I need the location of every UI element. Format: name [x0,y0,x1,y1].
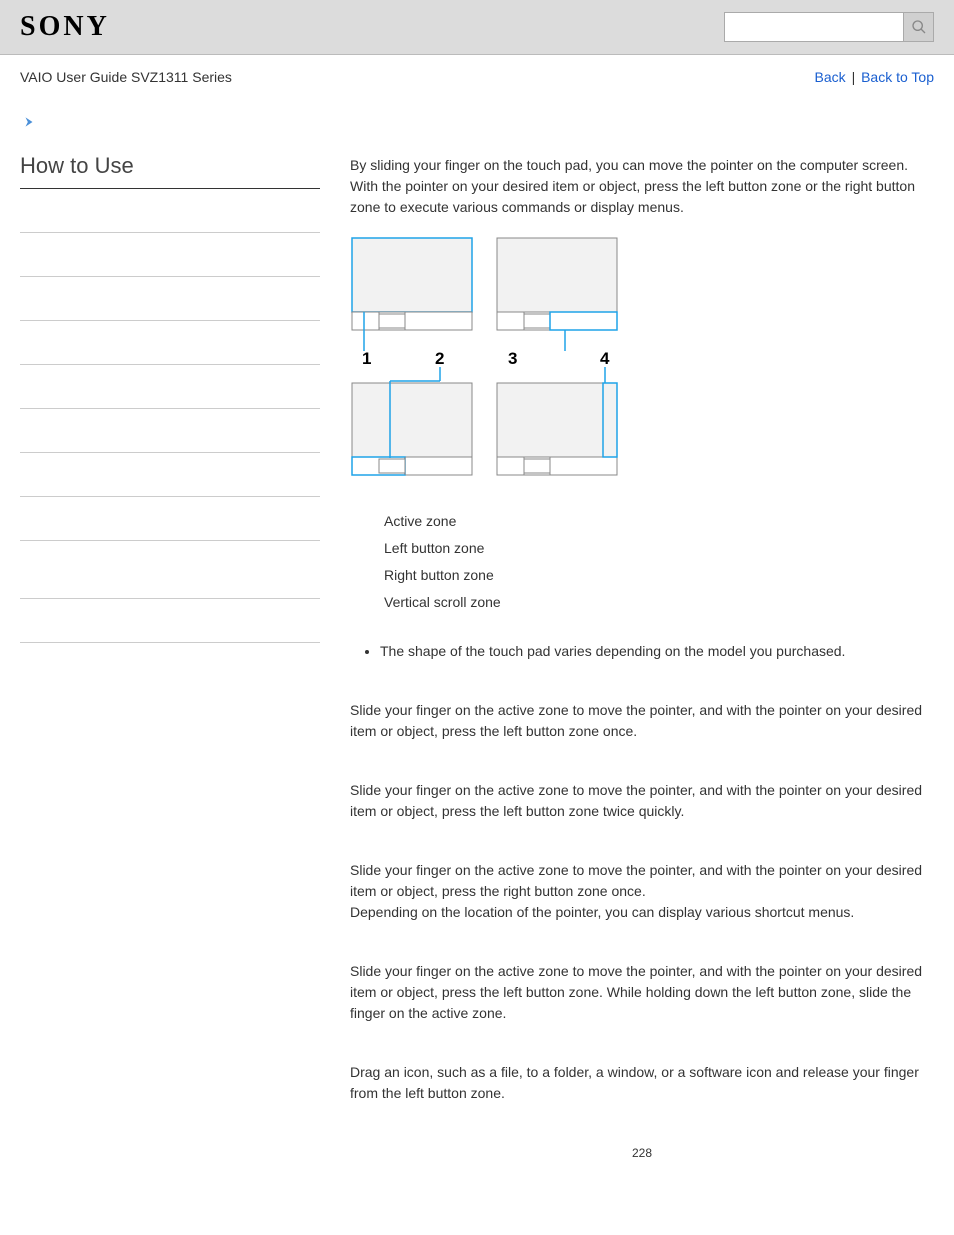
sidebar-row[interactable] [20,277,320,321]
section-paragraph: Drag an icon, such as a file, to a folde… [350,1062,934,1104]
sidebar-row[interactable] [20,541,320,599]
zone-item: Left button zone [384,538,934,559]
section-paragraph: Slide your finger on the active zone to … [350,860,934,923]
sidebar: How to Use [20,145,320,1162]
intro-paragraph: By sliding your finger on the touch pad,… [350,155,934,218]
note-item: The shape of the touch pad varies depend… [380,641,934,662]
search-icon [911,19,927,35]
search-input[interactable] [724,12,904,42]
breadcrumb-arrow-icon [0,94,954,135]
link-separator: | [852,69,856,85]
sidebar-row[interactable] [20,599,320,643]
top-meta-bar: VAIO User Guide SVZ1311 Series Back | Ba… [0,55,954,94]
sidebar-row[interactable] [20,453,320,497]
section-paragraph: Slide your finger on the active zone to … [350,961,934,1024]
section-paragraph: Slide your finger on the active zone to … [350,700,934,742]
search-group [724,12,934,42]
guide-title: VAIO User Guide SVZ1311 Series [20,67,232,88]
page-number: 228 [350,1144,934,1162]
sidebar-title: How to Use [20,145,320,189]
zone-list: Active zone Left button zone Right butto… [384,511,934,613]
diagram-label-4: 4 [600,349,610,368]
main-content: By sliding your finger on the touch pad,… [350,145,934,1162]
back-to-top-link[interactable]: Back to Top [861,69,934,85]
sidebar-row[interactable] [20,497,320,541]
note-list: The shape of the touch pad varies depend… [368,641,934,662]
zone-item: Active zone [384,511,934,532]
search-button[interactable] [904,12,934,42]
header-bar: SONY [0,0,954,55]
sidebar-row[interactable] [20,189,320,233]
top-links: Back | Back to Top [815,67,934,88]
zone-item: Vertical scroll zone [384,592,934,613]
diagram-label-1: 1 [362,349,371,368]
sony-logo: SONY [20,6,110,48]
touchpad-diagram: 1 2 3 4 [350,236,934,487]
section-paragraph: Slide your finger on the active zone to … [350,780,934,822]
sidebar-row[interactable] [20,321,320,365]
zone-item: Right button zone [384,565,934,586]
diagram-label-3: 3 [508,349,517,368]
sidebar-row[interactable] [20,233,320,277]
diagram-label-2: 2 [435,349,444,368]
back-link[interactable]: Back [815,69,846,85]
sidebar-row[interactable] [20,365,320,409]
sidebar-row[interactable] [20,409,320,453]
